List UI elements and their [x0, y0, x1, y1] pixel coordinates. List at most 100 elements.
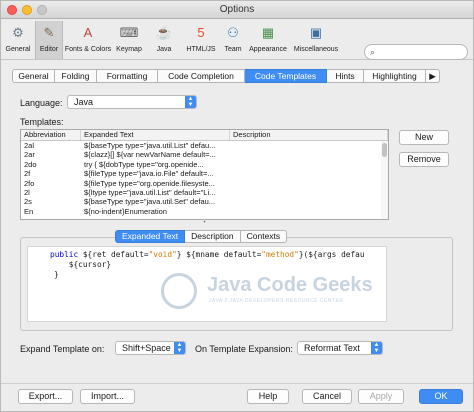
on-expansion-select[interactable]: Reformat Text ▲ ▼ [297, 341, 383, 355]
category-label: Appearance [249, 46, 287, 53]
new-button[interactable]: New [399, 130, 449, 145]
cell-expanded-text: ${fileType type="java.io.File" default=.… [84, 169, 214, 179]
watermark-tagline: JAVA 2 JAVA DEVELOPERS RESOURCE CENTER [209, 298, 344, 304]
keyboard-icon: ⌨ [119, 25, 139, 40]
table-row[interactable]: 2fo ${fileType type="org.openide.filesyst… [21, 179, 388, 188]
code-line: } [54, 270, 59, 279]
cell-expanded-text: ${no-indent}Enumeration [84, 206, 167, 216]
java-icon: ☕ [155, 25, 173, 40]
on-expansion-value: Reformat Text [304, 343, 360, 353]
category-html-js[interactable]: 5 HTML/JS [184, 21, 218, 59]
language-select[interactable]: Java ▲ ▼ [67, 95, 197, 109]
gear-icon: ⚙ [12, 25, 24, 40]
team-icon: ⚇ [227, 25, 239, 40]
table-scrollbar[interactable] [381, 141, 388, 219]
help-button[interactable]: Help [247, 389, 289, 404]
category-editor[interactable]: ✎ Editor [35, 21, 63, 59]
appearance-icon: ▦ [261, 25, 275, 40]
scrollbar-thumb[interactable] [382, 143, 387, 157]
category-team[interactable]: ⚇ Team [220, 21, 246, 59]
miscellaneous-icon: ▣ [309, 25, 323, 40]
code-string: "void" [148, 250, 177, 259]
fonts-colors-icon: A [83, 25, 93, 40]
code-text: }(${args defau [298, 250, 365, 259]
splitter-handle[interactable]: • [20, 220, 389, 227]
tab-expanded-text[interactable]: Expanded Text [115, 230, 186, 243]
cell-description [230, 141, 388, 150]
category-general[interactable]: ⚙ General [3, 21, 33, 59]
table-row[interactable]: 2ar ${clazz}[] ${var newVarName default=.… [21, 150, 388, 159]
cell-abbreviation: 2l [24, 187, 30, 197]
cell-description [230, 207, 388, 216]
cell-abbreviation: 2ar [24, 150, 35, 160]
tab-code-completion[interactable]: Code Completion [158, 69, 245, 83]
table-row[interactable]: 2al ${baseType type="java.util.List" defa… [21, 141, 388, 150]
editor-tabs: General Folding Formatting Code Completi… [12, 69, 468, 83]
language-label: Language: [20, 98, 63, 108]
category-keymap[interactable]: ⌨ Keymap [113, 21, 145, 59]
category-label: Team [224, 46, 242, 53]
cell-abbreviation: En [24, 206, 34, 216]
window-title: Options [219, 4, 255, 15]
column-header-abbreviation[interactable]: Abbreviation [21, 130, 81, 140]
expand-template-label: Expand Template on: [20, 344, 105, 354]
apply-button[interactable]: Apply [358, 389, 404, 404]
column-header-description[interactable]: Description [230, 130, 388, 140]
cell-description [230, 169, 388, 178]
category-label: Fonts & Colors [64, 46, 112, 53]
import-button[interactable]: Import... [80, 389, 135, 404]
category-toolbar: ⚙ General ✎ Editor A Fonts & Colors ⌨ Ke… [1, 20, 473, 60]
tab-contexts[interactable]: Contexts [240, 230, 288, 243]
options-window: Options ⚙ General ✎ Editor A Fonts & Col… [0, 0, 474, 412]
cell-expanded-text: ${ltype type="java.util.List" default="L… [84, 187, 216, 197]
search-input[interactable]: ⌕ [364, 44, 468, 60]
ok-button[interactable]: OK [419, 389, 463, 404]
cell-expanded-text: ${baseType type="java.util.List" defau..… [84, 141, 216, 150]
category-label: Miscellaneous [293, 46, 339, 53]
table-row[interactable]: 2s ${baseType type="java.util.Set" defau.… [21, 197, 388, 206]
code-text: } ${mname default= [176, 250, 262, 259]
watermark-brand: Java Code Geeks [207, 274, 373, 296]
tab-folding[interactable]: Folding [55, 69, 97, 83]
expand-key-value: Shift+Space [122, 343, 171, 353]
category-label: General [5, 46, 31, 53]
tab-hints[interactable]: Hints [327, 69, 364, 83]
remove-button[interactable]: Remove [399, 152, 449, 167]
on-template-expansion-label: On Template Expansion: [195, 344, 293, 354]
tab-highlighting[interactable]: Highlighting [364, 69, 426, 83]
table-row[interactable]: 2l ${ltype type="java.util.List" default=… [21, 188, 388, 197]
table-body: 2al ${baseType type="java.util.List" defa… [21, 141, 388, 216]
column-header-expanded-text[interactable]: Expanded Text [81, 130, 230, 140]
search-icon: ⌕ [370, 47, 376, 57]
tab-description[interactable]: Description [185, 230, 241, 243]
cell-description [230, 160, 388, 169]
template-detail-tabs: Expanded Text Description Contexts [115, 230, 288, 243]
cell-abbreviation: 2fo [24, 178, 35, 188]
chevron-updown-icon: ▲ ▼ [174, 342, 185, 354]
category-label: Editor [39, 46, 59, 53]
table-row[interactable]: 2do try { ${dobType type="org.openide... [21, 160, 388, 169]
tab-general[interactable]: General [12, 69, 55, 83]
export-button[interactable]: Export... [18, 389, 73, 404]
category-fonts-colors[interactable]: A Fonts & Colors [65, 21, 111, 59]
category-appearance[interactable]: ▦ Appearance [248, 21, 288, 59]
tab-code-templates[interactable]: Code Templates [245, 69, 327, 83]
cancel-button[interactable]: Cancel [302, 389, 352, 404]
category-label: HTML/JS [186, 46, 216, 53]
chevron-updown-icon: ▲ ▼ [185, 96, 196, 108]
category-java[interactable]: ☕ Java [150, 21, 178, 59]
table-header: Abbreviation Expanded Text Description [21, 130, 388, 141]
expand-key-select[interactable]: Shift+Space ▲ ▼ [115, 341, 186, 355]
category-miscellaneous[interactable]: ▣ Miscellaneous [291, 21, 341, 59]
table-row[interactable]: 2f ${fileType type="java.io.File" default… [21, 169, 388, 178]
templates-table[interactable]: Abbreviation Expanded Text Description 2… [20, 129, 389, 220]
category-label: Java [156, 46, 172, 53]
tab-formatting[interactable]: Formatting [97, 69, 158, 83]
divider [1, 383, 473, 384]
watermark: Java Code Geeks JAVA 2 JAVA DEVELOPERS R… [161, 271, 373, 315]
cell-abbreviation: 2f [24, 169, 31, 179]
tabs-scroll-right-button[interactable]: ▶ [426, 69, 440, 83]
table-row[interactable]: En ${no-indent}Enumeration [21, 207, 388, 216]
editor-icon: ✎ [43, 25, 55, 40]
cell-description [230, 188, 388, 197]
